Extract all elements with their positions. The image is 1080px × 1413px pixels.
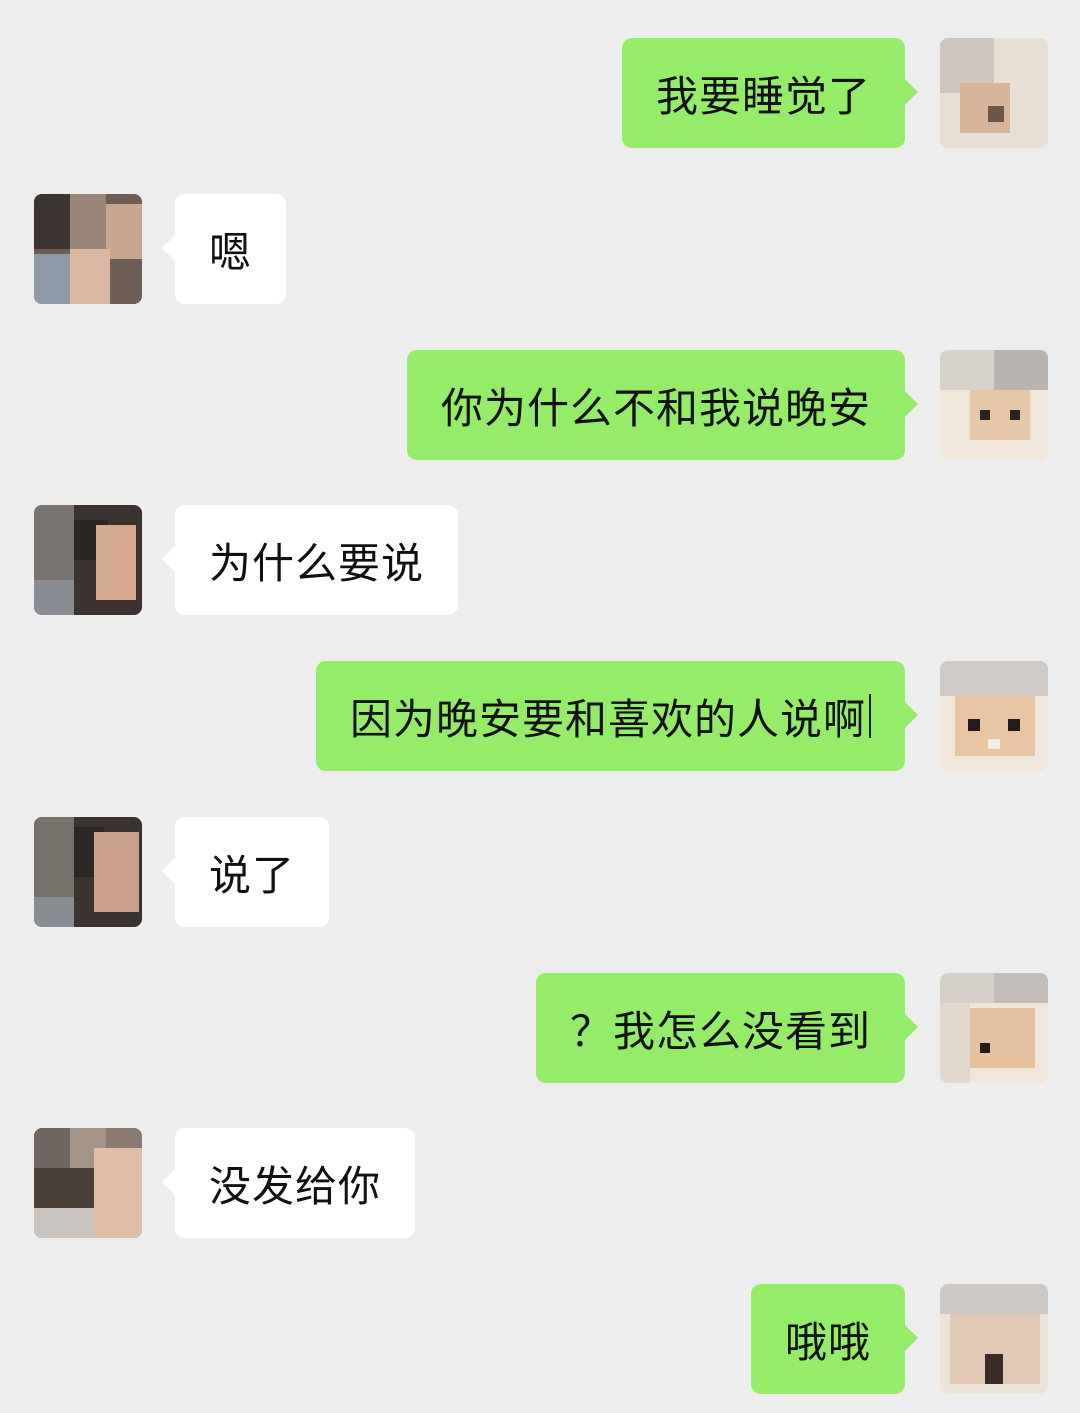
chat-window: 我要睡觉了 嗯 你为什么不和我说晚安 为什么要说 因为晚安要和喜欢的人说啊 说了… — [0, 0, 1080, 1413]
message-bubble-received[interactable]: 为什么要说 — [161, 505, 459, 615]
message-text: 我要睡觉了 — [655, 71, 871, 121]
kitten-avatar[interactable] — [940, 1284, 1048, 1394]
message-bubble-sent[interactable]: ？我怎么没看到 — [535, 973, 919, 1083]
contact-avatar[interactable] — [34, 505, 142, 615]
text-cursor — [869, 694, 871, 738]
kitten-avatar[interactable] — [940, 38, 1048, 148]
message-bubble-received[interactable]: 没发给你 — [161, 1128, 416, 1238]
contact-avatar[interactable] — [34, 1128, 142, 1238]
kitten-avatar[interactable] — [940, 661, 1048, 771]
message-bubble-sent[interactable]: 你为什么不和我说晚安 — [406, 350, 919, 460]
message-text: ？我怎么没看到 — [569, 1006, 871, 1056]
message-text: 没发给你 — [209, 1161, 382, 1211]
message-bubble-sent[interactable]: 哦哦 — [750, 1284, 919, 1394]
message-bubble-sent[interactable]: 我要睡觉了 — [621, 38, 919, 148]
message-text: 你为什么不和我说晚安 — [440, 383, 871, 433]
message-bubble-received[interactable]: 说了 — [161, 817, 330, 927]
message-text: 为什么要说 — [209, 538, 425, 588]
message-text: 哦哦 — [784, 1317, 871, 1367]
message-text: 嗯 — [209, 227, 253, 277]
kitten-avatar[interactable] — [940, 350, 1048, 460]
kitten-avatar[interactable] — [940, 973, 1048, 1083]
message-text: 说了 — [209, 850, 296, 900]
message-text: 因为晚安要和喜欢的人说啊 — [349, 694, 866, 744]
contact-avatar[interactable] — [34, 817, 142, 927]
message-bubble-received[interactable]: 嗯 — [161, 194, 287, 304]
contact-avatar[interactable] — [34, 194, 142, 304]
message-bubble-sent[interactable]: 因为晚安要和喜欢的人说啊 — [315, 661, 919, 771]
